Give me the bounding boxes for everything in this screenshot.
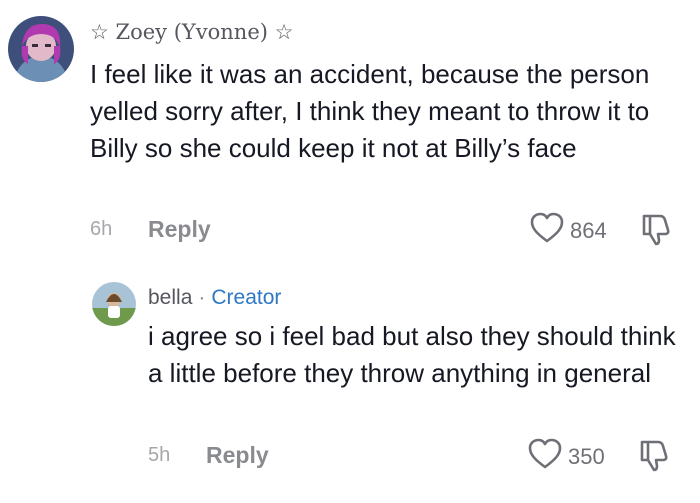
- thumbs-down-icon: [640, 214, 672, 250]
- comment-text: i agree so i feel bad but also they shou…: [148, 321, 676, 388]
- avatar[interactable]: [8, 16, 74, 82]
- comment-username[interactable]: bella · Creator: [148, 286, 281, 310]
- comment-text: I feel like it was an accident, because …: [90, 59, 650, 163]
- heart-outline-icon: [530, 212, 564, 249]
- like-count: 864: [570, 217, 607, 243]
- like-count: 350: [568, 443, 605, 469]
- like-button[interactable]: 350: [528, 438, 605, 475]
- dislike-button[interactable]: [638, 438, 670, 477]
- thumbs-down-icon: [638, 440, 670, 476]
- reply-comment: bella · Creator i agree so i feel bad but …: [0, 270, 700, 503]
- username-text[interactable]: bella: [148, 286, 192, 309]
- separator-dot: ·: [198, 286, 206, 309]
- comment-timestamp: 6h: [90, 218, 113, 240]
- avatar[interactable]: [92, 282, 136, 326]
- dislike-button[interactable]: [640, 212, 672, 251]
- like-button[interactable]: 864: [530, 212, 607, 249]
- comment: ☆ Zoey (Yvonne) ☆ I feel like it was an …: [0, 0, 700, 260]
- reply-button[interactable]: Reply: [148, 216, 211, 243]
- comment-username[interactable]: ☆ Zoey (Yvonne) ☆: [90, 20, 293, 44]
- heart-outline-icon: [528, 438, 562, 475]
- creator-badge: Creator: [211, 286, 282, 309]
- comment-timestamp: 5h: [148, 444, 171, 466]
- reply-button[interactable]: Reply: [206, 442, 269, 469]
